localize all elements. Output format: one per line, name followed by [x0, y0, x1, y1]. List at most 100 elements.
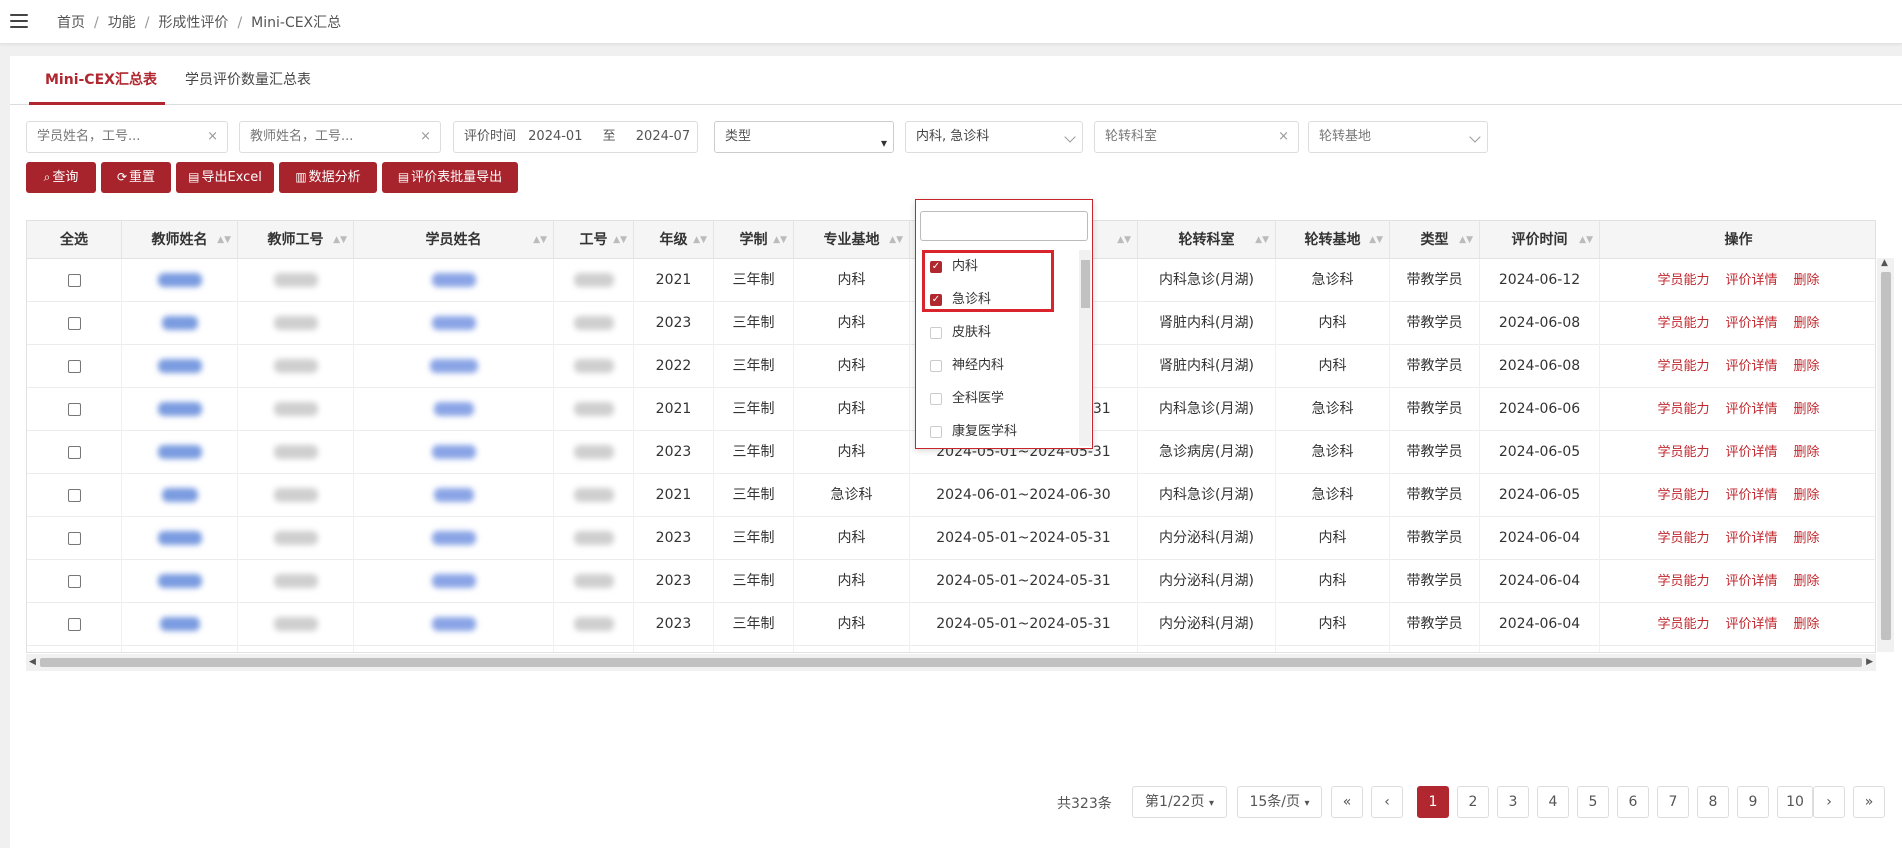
checkbox-icon[interactable]: [930, 392, 942, 405]
row-checkbox[interactable]: [67, 316, 81, 330]
scroll-right-arrow[interactable]: ▶: [1866, 657, 1873, 667]
eval-detail-link[interactable]: 评价详情: [1725, 574, 1777, 589]
student-ability-link[interactable]: 学员能力: [1657, 402, 1709, 417]
page-number-4[interactable]: 4: [1537, 786, 1569, 818]
column-header[interactable]: 轮转科室 ▲▼: [1138, 221, 1276, 259]
student-search-input[interactable]: 学员姓名，工号... ×: [26, 121, 228, 153]
redacted-name[interactable]: [431, 531, 476, 545]
page-number-9[interactable]: 9: [1737, 786, 1769, 818]
last-page-button[interactable]: »: [1853, 786, 1885, 818]
redacted-name[interactable]: [431, 574, 476, 588]
delete-link[interactable]: 删除: [1794, 402, 1820, 417]
delete-link[interactable]: 删除: [1794, 273, 1820, 288]
redacted-name[interactable]: [159, 617, 200, 631]
column-header[interactable]: 学员姓名 ▲▼: [354, 221, 554, 259]
page-number-10[interactable]: 10: [1777, 786, 1813, 818]
row-checkbox[interactable]: [67, 531, 81, 545]
eval-detail-link[interactable]: 评价详情: [1725, 531, 1777, 546]
eval-detail-link[interactable]: 评价详情: [1725, 316, 1777, 331]
redacted-name[interactable]: [157, 273, 202, 287]
page-number-7[interactable]: 7: [1657, 786, 1689, 818]
delete-link[interactable]: 删除: [1794, 574, 1820, 589]
column-header[interactable]: 轮转基地 ▲▼: [1276, 221, 1390, 259]
clear-icon[interactable]: ×: [1278, 122, 1289, 152]
teacher-search-input[interactable]: 教师姓名，工号... ×: [239, 121, 441, 153]
scroll-up-arrow[interactable]: ▲: [1881, 258, 1888, 268]
student-ability-link[interactable]: 学员能力: [1657, 445, 1709, 460]
column-header[interactable]: 学制 ▲▼: [714, 221, 794, 259]
dropdown-option[interactable]: 皮肤科: [916, 316, 1076, 349]
row-checkbox[interactable]: [67, 359, 81, 373]
page-number-5[interactable]: 5: [1577, 786, 1609, 818]
date-range-picker[interactable]: 评价时间 2024-01 至 2024-07: [453, 121, 698, 153]
row-checkbox[interactable]: [67, 574, 81, 588]
dropdown-scrollbar[interactable]: [1079, 250, 1091, 446]
vertical-scrollbar[interactable]: ▲: [1877, 258, 1894, 652]
column-header[interactable]: 年级 ▲▼: [634, 221, 714, 259]
page-info-select[interactable]: 第1/22页 ▾: [1132, 786, 1227, 818]
data-analysis-button[interactable]: ▥ 数据分析: [279, 162, 377, 193]
redacted-name[interactable]: [431, 273, 476, 287]
redacted-name[interactable]: [157, 359, 202, 373]
dropdown-option[interactable]: 康复医学科: [916, 415, 1076, 448]
delete-link[interactable]: 删除: [1794, 359, 1820, 374]
redacted-name[interactable]: [431, 445, 476, 459]
page-number-1[interactable]: 1: [1417, 786, 1449, 818]
student-ability-link[interactable]: 学员能力: [1657, 273, 1709, 288]
redacted-name[interactable]: [157, 445, 202, 459]
redacted-name[interactable]: [431, 316, 476, 330]
next-page-button[interactable]: ›: [1813, 786, 1845, 818]
student-ability-link[interactable]: 学员能力: [1657, 617, 1709, 632]
row-checkbox[interactable]: [67, 402, 81, 416]
eval-detail-link[interactable]: 评价详情: [1725, 359, 1777, 374]
clear-icon[interactable]: ×: [207, 122, 218, 152]
student-ability-link[interactable]: 学员能力: [1657, 488, 1709, 503]
delete-link[interactable]: 删除: [1794, 316, 1820, 331]
student-ability-link[interactable]: 学员能力: [1657, 531, 1709, 546]
export-excel-button[interactable]: ▤ 导出Excel: [176, 162, 274, 193]
page-number-3[interactable]: 3: [1497, 786, 1529, 818]
delete-link[interactable]: 删除: [1794, 531, 1820, 546]
eval-detail-link[interactable]: 评价详情: [1725, 273, 1777, 288]
dropdown-option[interactable]: 全科医学: [916, 382, 1076, 415]
rotation-base-select[interactable]: 轮转基地: [1308, 121, 1488, 153]
breadcrumb-home[interactable]: 首页: [57, 15, 85, 31]
specialty-base-select[interactable]: 内科, 急诊科: [905, 121, 1083, 153]
query-button[interactable]: ⌕ 查询: [26, 162, 96, 193]
eval-detail-link[interactable]: 评价详情: [1725, 402, 1777, 417]
row-checkbox[interactable]: [67, 488, 81, 502]
dropdown-search-input[interactable]: [920, 211, 1088, 241]
redacted-name[interactable]: [157, 402, 202, 416]
tab-student-eval-count[interactable]: 学员评价数量汇总表: [185, 69, 311, 89]
scrollbar-thumb[interactable]: [1881, 272, 1891, 640]
column-header[interactable]: 类型 ▲▼: [1390, 221, 1480, 259]
breadcrumb-function[interactable]: 功能: [108, 15, 136, 31]
select-all-header[interactable]: 全选: [27, 221, 122, 259]
column-header[interactable]: 专业基地 ▲▼: [794, 221, 910, 259]
student-ability-link[interactable]: 学员能力: [1657, 316, 1709, 331]
reset-button[interactable]: ⟳ 重置: [101, 162, 171, 193]
redacted-name[interactable]: [161, 488, 198, 502]
redacted-name[interactable]: [157, 574, 202, 588]
delete-link[interactable]: 删除: [1794, 488, 1820, 503]
row-checkbox[interactable]: [67, 445, 81, 459]
tab-minicex-summary[interactable]: Mini-CEX汇总表: [45, 69, 157, 89]
student-ability-link[interactable]: 学员能力: [1657, 574, 1709, 589]
clear-icon[interactable]: ×: [420, 122, 431, 152]
scrollbar-thumb[interactable]: [40, 658, 1862, 667]
checkbox-icon[interactable]: [930, 359, 942, 372]
column-header[interactable]: 评价时间 ▲▼: [1480, 221, 1600, 259]
delete-link[interactable]: 删除: [1794, 445, 1820, 460]
horizontal-scrollbar[interactable]: ◀ ▶: [26, 654, 1876, 671]
date-to[interactable]: 2024-07: [636, 129, 690, 144]
redacted-name[interactable]: [157, 531, 202, 545]
student-ability-link[interactable]: 学员能力: [1657, 359, 1709, 374]
scroll-left-arrow[interactable]: ◀: [29, 657, 36, 667]
eval-detail-link[interactable]: 评价详情: [1725, 445, 1777, 460]
rotation-dept-input[interactable]: 轮转科室 ×: [1094, 121, 1299, 153]
delete-link[interactable]: 删除: [1794, 617, 1820, 632]
checkbox-icon[interactable]: [930, 425, 942, 438]
dropdown-option[interactable]: 神经内科: [916, 349, 1076, 382]
eval-detail-link[interactable]: 评价详情: [1725, 617, 1777, 632]
column-header[interactable]: 教师姓名 ▲▼: [122, 221, 238, 259]
